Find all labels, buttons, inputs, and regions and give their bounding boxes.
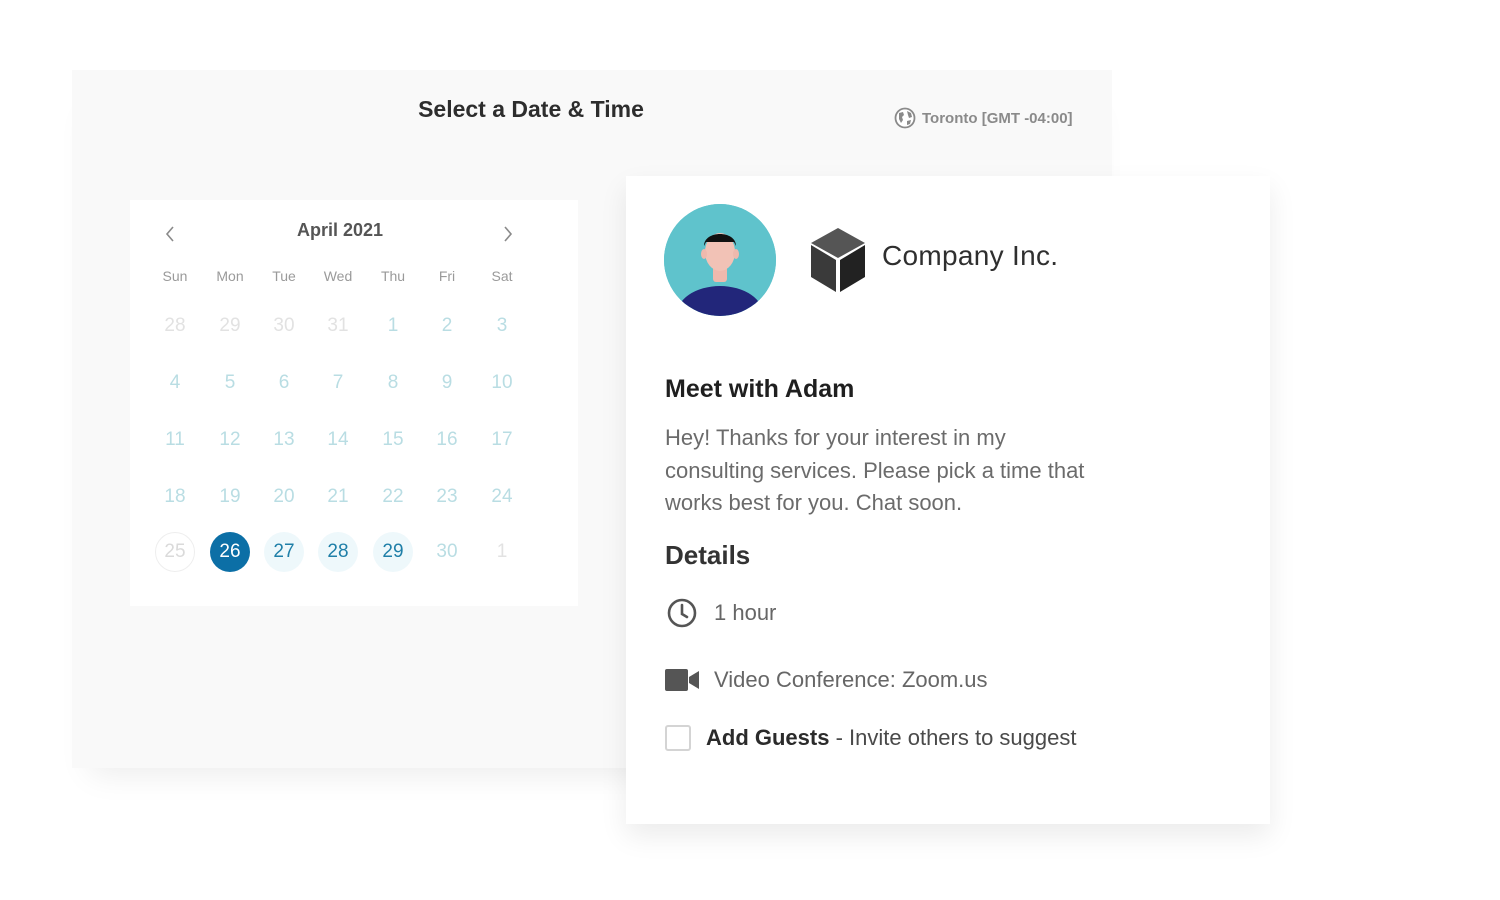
event-description: Hey! Thanks for your interest in my cons… (665, 425, 1085, 515)
calendar-day: 29 (219, 315, 241, 336)
calendar-day: 25 (155, 532, 195, 572)
weekday-label: Wed (323, 268, 353, 284)
calendar: April 2021 Sun Mon Tue Wed Thu Fri Sat 28 29 30 3… (130, 200, 578, 606)
calendar-day: 19 (219, 486, 241, 507)
chevron-right-icon (504, 226, 513, 242)
timezone-selector[interactable]: Toronto [GMT -04:00] (894, 106, 1073, 130)
calendar-day: 9 (441, 372, 453, 393)
calendar-day: 2 (441, 315, 453, 336)
calendar-day: 7 (332, 372, 344, 393)
calendar-day: 30 (273, 315, 295, 336)
globe-icon (894, 107, 916, 129)
add-guests-label: Add Guests (706, 725, 830, 750)
calendar-day: 15 (382, 429, 404, 450)
calendar-day: 22 (382, 486, 404, 507)
calendar-day: 1 (496, 541, 508, 562)
add-guests-checkbox[interactable] (665, 725, 691, 751)
add-guests-row[interactable]: Add Guests - Invite others to suggest (665, 725, 1077, 751)
calendar-day: 3 (496, 315, 508, 336)
calendar-day: 10 (491, 372, 513, 393)
event-title: Meet with Adam (665, 375, 855, 403)
video-camera-icon (665, 663, 699, 697)
calendar-day: 24 (491, 486, 513, 507)
calendar-day: 18 (164, 486, 186, 507)
calendar-day: 16 (436, 429, 458, 450)
calendar-day: 30 (436, 541, 458, 562)
calendar-day: 31 (327, 315, 349, 336)
location-text: Video Conference: Zoom.us (714, 667, 988, 692)
calendar-day: 11 (165, 429, 185, 450)
add-guests-hint: - Invite others to suggest (829, 725, 1077, 750)
weekday-label: Fri (438, 268, 456, 284)
calendar-day: 23 (436, 486, 458, 507)
calendar-day: 5 (224, 372, 236, 393)
calendar-day: 6 (278, 372, 290, 393)
add-guests-text: Add Guests - Invite others to suggest (706, 725, 1077, 751)
selected-day[interactable]: 26 (210, 532, 250, 572)
person-illustration (664, 204, 776, 316)
calendar-day: 4 (169, 372, 181, 393)
available-day[interactable]: 29 (373, 532, 413, 572)
weekday-label: Tue (272, 268, 296, 284)
month-label: April 2021 (296, 220, 384, 240)
weekday-label: Thu (380, 268, 406, 284)
calendar-day: 20 (273, 486, 295, 507)
calendar-day: 14 (327, 429, 349, 450)
clock-icon (665, 596, 699, 630)
weekday-label: Sat (491, 268, 513, 284)
location-row: Video Conference: Zoom.us (665, 663, 988, 697)
calendar-day: 13 (273, 429, 295, 450)
calendar-day: 8 (387, 372, 399, 393)
next-month-button[interactable] (496, 222, 520, 246)
company-name: Company Inc. (882, 240, 1059, 271)
available-day[interactable]: 27 (264, 532, 304, 572)
calendar-day: 17 (491, 429, 513, 450)
calendar-day: 12 (219, 429, 241, 450)
calendar-day: 21 (327, 486, 349, 507)
weekday-label: Mon (216, 268, 244, 284)
details-heading: Details (665, 540, 751, 570)
available-day[interactable]: 28 (318, 532, 358, 572)
weekday-label: Sun (162, 268, 188, 284)
cube-logo-icon (811, 228, 865, 292)
duration-row: 1 hour (665, 596, 776, 630)
timezone-label: Toronto [GMT -04:00] (922, 109, 1073, 127)
calendar-day: 1 (387, 315, 399, 336)
avatar (664, 204, 776, 316)
duration-text: 1 hour (714, 600, 777, 625)
calendar-day: 28 (164, 315, 186, 336)
